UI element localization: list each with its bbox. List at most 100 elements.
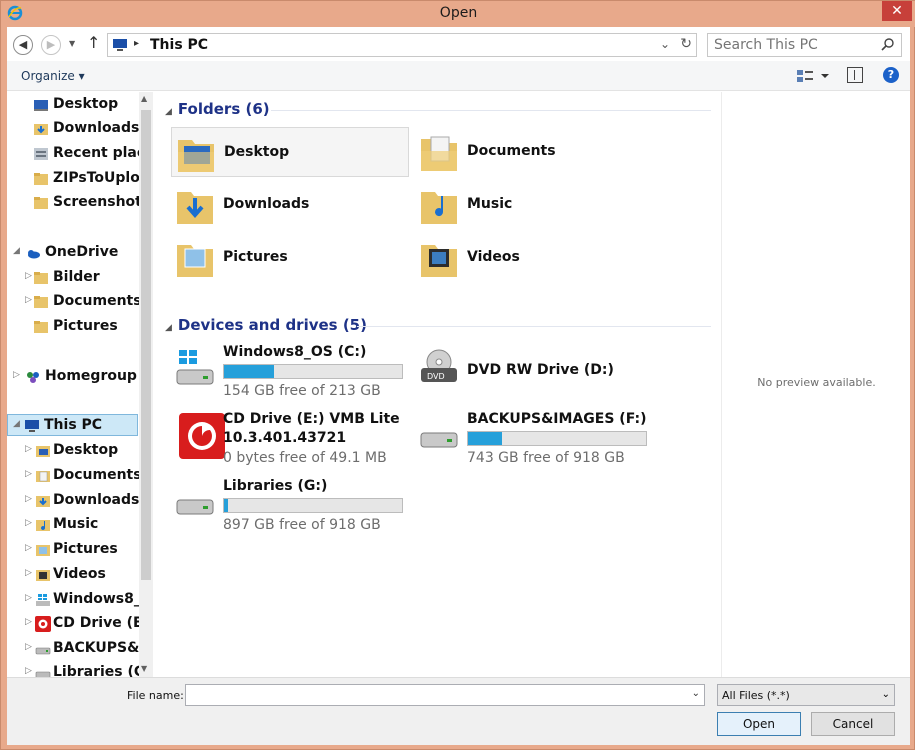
vodafone-drive-icon — [35, 616, 51, 632]
drive-icon — [35, 671, 51, 677]
search-box[interactable] — [707, 33, 902, 57]
address-dropdown-icon[interactable]: ⌄ — [660, 37, 670, 51]
drive-tile-e[interactable]: CD Drive (E:) VMB Lite 10.3.401.43721 0 … — [171, 411, 409, 473]
scroll-down-icon[interactable]: ▼ — [141, 664, 147, 673]
nav-item-zipstoupload[interactable]: ZIPsToUpload — [7, 168, 153, 190]
nav-item-pc-documents[interactable]: ▷ Documents — [7, 465, 153, 487]
nav-item-bilder[interactable]: ▷ Bilder — [7, 267, 153, 289]
nav-item-pc-desktop[interactable]: ▷ Desktop — [7, 440, 153, 462]
nav-item-pc-backups[interactable]: ▷ BACKUPS&IMAGES (F:) — [7, 638, 153, 660]
folder-tile-downloads[interactable]: Downloads — [171, 180, 409, 230]
file-name-bar: File name: ⌄ All Files (*.*) ⌄ Open Canc… — [7, 677, 910, 745]
chevron-down-icon[interactable]: ⌄ — [882, 689, 890, 700]
search-icon[interactable] — [881, 37, 895, 51]
breadcrumb-this-pc[interactable]: This PC — [150, 37, 208, 53]
drive-tile-d[interactable]: DVD DVD RW Drive (D:) — [415, 344, 653, 402]
preview-pane-toggle-icon[interactable] — [847, 67, 863, 83]
downloads-folder-icon — [36, 496, 50, 507]
downloads-folder-icon — [34, 124, 48, 135]
forward-button[interactable]: ▶ — [41, 35, 61, 55]
downloads-folder-icon — [177, 192, 213, 224]
nav-item-this-pc[interactable]: ◢ This PC — [7, 414, 138, 436]
nav-item-documents[interactable]: ▷ Documents — [7, 291, 153, 313]
nav-item-pc-music[interactable]: ▷ Music — [7, 514, 153, 536]
recent-locations-dropdown[interactable]: ▼ — [69, 39, 75, 48]
address-row: ◀ ▶ ▼ ↑ ▸ This PC ⌄ ↻ — [7, 27, 910, 61]
breadcrumb-chevron-icon[interactable]: ▸ — [134, 38, 139, 49]
nav-item-pc-libraries[interactable]: ▷ Libraries (G:) — [7, 662, 153, 677]
collapse-arrow-icon[interactable]: ◢ — [13, 419, 20, 429]
drives-group-header[interactable]: ◢ Devices and drives (5) — [165, 316, 367, 334]
up-button[interactable]: ↑ — [87, 33, 100, 52]
open-dialog-window: Open ✕ ◀ ▶ ▼ ↑ ▸ This PC ⌄ ↻ Search This… — [0, 0, 915, 750]
scroll-up-icon[interactable]: ▲ — [141, 94, 147, 103]
cancel-button[interactable]: Cancel — [811, 712, 895, 736]
back-button[interactable]: ◀ — [13, 35, 33, 55]
videos-folder-icon — [36, 570, 50, 581]
folder-tile-documents[interactable]: Documents — [415, 127, 653, 177]
videos-folder-icon — [421, 245, 457, 277]
address-bar[interactable]: ▸ This PC ⌄ ↻ — [107, 33, 697, 57]
folder-tile-pictures[interactable]: Pictures — [171, 233, 409, 283]
expand-arrow-icon[interactable]: ▷ — [25, 666, 32, 676]
folder-tile-music[interactable]: Music — [415, 180, 653, 230]
open-button[interactable]: Open — [717, 712, 801, 736]
expand-arrow-icon[interactable]: ▷ — [25, 568, 32, 578]
folder-icon — [34, 296, 48, 308]
change-view-icon[interactable] — [795, 67, 831, 85]
expand-arrow-icon[interactable]: ▷ — [25, 593, 32, 603]
nav-item-homegroup[interactable]: ▷ Homegroup — [7, 366, 153, 388]
nav-item-desktop[interactable]: Desktop — [7, 94, 153, 116]
expand-arrow-icon[interactable]: ▷ — [25, 469, 32, 479]
folder-tile-videos[interactable]: Videos — [415, 233, 653, 283]
search-input[interactable] — [714, 37, 874, 53]
nav-item-pictures[interactable]: Pictures — [7, 316, 153, 338]
drive-tile-f[interactable]: BACKUPS&IMAGES (F:) 743 GB free of 918 G… — [415, 411, 653, 469]
expand-arrow-icon[interactable]: ▷ — [25, 444, 32, 454]
nav-item-downloads[interactable]: Downloads — [7, 118, 153, 140]
nav-scrollbar[interactable]: ▲ ▼ — [139, 92, 153, 677]
nav-item-pc-videos[interactable]: ▷ Videos — [7, 564, 153, 586]
collapse-arrow-icon[interactable]: ◢ — [13, 246, 20, 256]
desktop-folder-icon — [36, 446, 50, 457]
expand-arrow-icon[interactable]: ▷ — [25, 543, 32, 553]
expand-arrow-icon[interactable]: ▷ — [25, 271, 32, 281]
dialog-client: ◀ ▶ ▼ ↑ ▸ This PC ⌄ ↻ Organize ▾ — [7, 27, 910, 745]
expand-arrow-icon[interactable]: ▷ — [13, 370, 20, 380]
nav-item-pc-pictures[interactable]: ▷ Pictures — [7, 539, 153, 561]
nav-item-pc-cd-drive[interactable]: ▷ CD Drive (E:) VMB Lite — [7, 613, 153, 635]
nav-item-screenshots[interactable]: Screenshots — [7, 192, 153, 214]
expand-arrow-icon[interactable]: ▷ — [25, 642, 32, 652]
nav-item-pc-windows8-os[interactable]: ▷ Windows8_OS (C:) — [7, 589, 153, 611]
file-name-input[interactable]: ⌄ — [185, 684, 705, 706]
collapse-group-icon[interactable]: ◢ — [165, 323, 172, 333]
collapse-group-icon[interactable]: ◢ — [165, 107, 172, 117]
windows-drive-icon — [176, 350, 214, 385]
nav-item-recent-places[interactable]: Recent places — [7, 143, 153, 165]
expand-arrow-icon[interactable]: ▷ — [25, 295, 32, 305]
expand-arrow-icon[interactable]: ▷ — [25, 518, 32, 528]
pc-icon — [25, 420, 39, 432]
nav-item-onedrive[interactable]: ◢ OneDrive — [7, 242, 153, 264]
title-bar[interactable]: Open ✕ — [1, 1, 915, 27]
expand-arrow-icon[interactable]: ▷ — [25, 617, 32, 627]
music-folder-icon — [36, 520, 50, 531]
recent-places-icon — [34, 148, 48, 160]
expand-arrow-icon[interactable]: ▷ — [25, 494, 32, 504]
drive-icon — [35, 647, 51, 655]
folders-group-header[interactable]: ◢ Folders (6) — [165, 100, 270, 118]
close-button[interactable]: ✕ — [882, 1, 912, 21]
help-icon[interactable]: ? — [883, 67, 899, 83]
drive-tile-g[interactable]: Libraries (G:) 897 GB free of 918 GB — [171, 478, 409, 536]
file-type-value: All Files (*.*) — [722, 689, 790, 702]
file-type-select[interactable]: All Files (*.*) ⌄ — [717, 684, 895, 706]
vodafone-drive-icon — [179, 413, 225, 459]
chevron-down-icon[interactable]: ⌄ — [692, 688, 700, 699]
refresh-button[interactable]: ↻ — [680, 36, 692, 52]
nav-item-pc-downloads[interactable]: ▷ Downloads — [7, 490, 153, 512]
nav-scroll-thumb[interactable] — [141, 110, 151, 580]
music-folder-icon — [421, 192, 457, 224]
folder-tile-desktop[interactable]: Desktop — [171, 127, 409, 177]
drive-tile-c[interactable]: Windows8_OS (C:) 154 GB free of 213 GB — [171, 344, 409, 402]
organize-menu[interactable]: Organize ▾ — [21, 69, 85, 83]
